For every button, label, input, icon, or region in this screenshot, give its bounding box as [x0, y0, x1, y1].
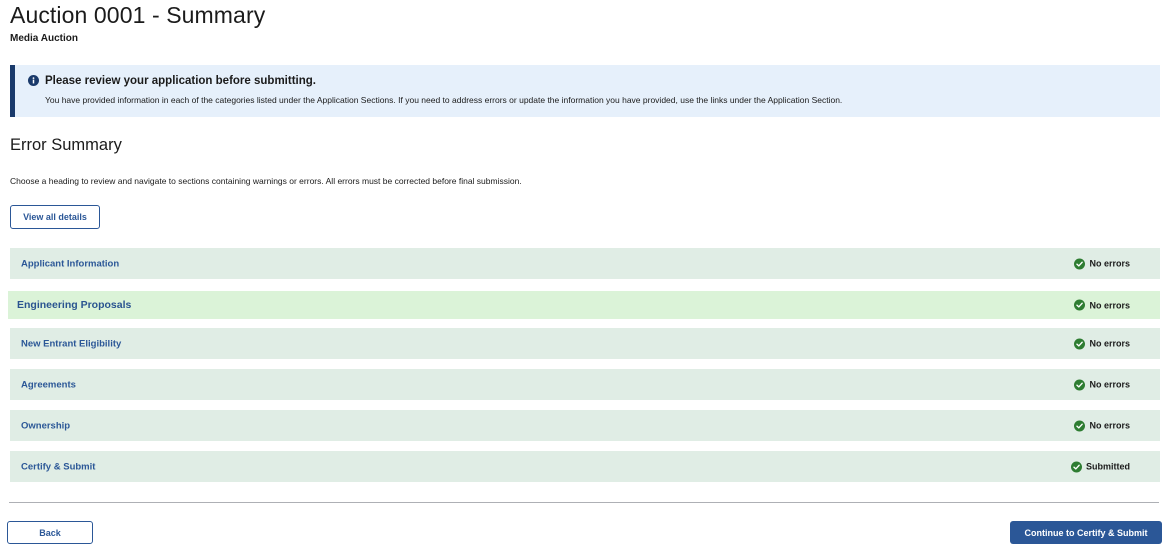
check-circle-icon: [1074, 299, 1086, 311]
accordion-row-new-entrant-eligibility[interactable]: New Entrant Eligibility No errors: [10, 328, 1160, 359]
info-alert: Please review your application before su…: [10, 65, 1160, 117]
footer-divider: [9, 502, 1159, 503]
check-circle-icon: [1071, 461, 1082, 472]
status-text: Submitted: [1086, 461, 1130, 472]
status-badge: No errors: [1074, 338, 1130, 349]
accordion-row-label: Engineering Proposals: [17, 299, 132, 311]
status-text: No errors: [1089, 300, 1130, 310]
accordion-row-label: Certify & Submit: [21, 461, 96, 472]
error-summary-description: Choose a heading to review and navigate …: [10, 176, 522, 186]
alert-body: You have provided information in each of…: [45, 95, 843, 105]
accordion-row-engineering-proposals[interactable]: Engineering Proposals No errors: [8, 291, 1160, 319]
check-circle-icon: [1074, 420, 1086, 431]
error-summary-title: Error Summary: [10, 136, 122, 154]
status-badge: No errors: [1074, 420, 1130, 431]
accordion-row-certify-submit[interactable]: Certify & Submit Submitted: [10, 451, 1160, 482]
status-badge: No errors: [1074, 299, 1130, 311]
continue-to-certify-submit-button[interactable]: Continue to Certify & Submit: [1010, 521, 1162, 544]
page-title: Auction 0001 - Summary: [10, 2, 266, 28]
accordion-row-label: Applicant Information: [21, 258, 120, 269]
check-circle-icon: [1074, 258, 1086, 269]
back-button[interactable]: Back: [7, 521, 93, 544]
alert-heading: Please review your application before su…: [45, 75, 316, 87]
check-circle-icon: [1074, 379, 1086, 390]
status-text: No errors: [1089, 420, 1130, 431]
status-text: No errors: [1089, 258, 1130, 269]
accordion-row-agreements[interactable]: Agreements No errors: [10, 369, 1160, 400]
view-all-details-button[interactable]: View all details: [10, 205, 100, 229]
page-subtitle: Media Auction: [10, 33, 78, 44]
status-badge: No errors: [1074, 379, 1130, 390]
accordion-row-label: Ownership: [21, 420, 71, 431]
status-badge: No errors: [1074, 258, 1130, 269]
accordion-row-label: New Entrant Eligibility: [21, 338, 122, 349]
accordion-row-label: Agreements: [21, 379, 76, 390]
status-badge: Submitted: [1071, 461, 1130, 472]
accordion-row-applicant-information[interactable]: Applicant Information No errors: [10, 248, 1160, 279]
accordion-row-ownership[interactable]: Ownership No errors: [10, 410, 1160, 441]
check-circle-icon: [1074, 338, 1086, 349]
summary-page: Auction 0001 - Summary Media Auction Ple…: [0, 0, 1171, 555]
status-text: No errors: [1089, 338, 1130, 349]
status-text: No errors: [1089, 379, 1130, 390]
info-icon: [28, 75, 39, 86]
